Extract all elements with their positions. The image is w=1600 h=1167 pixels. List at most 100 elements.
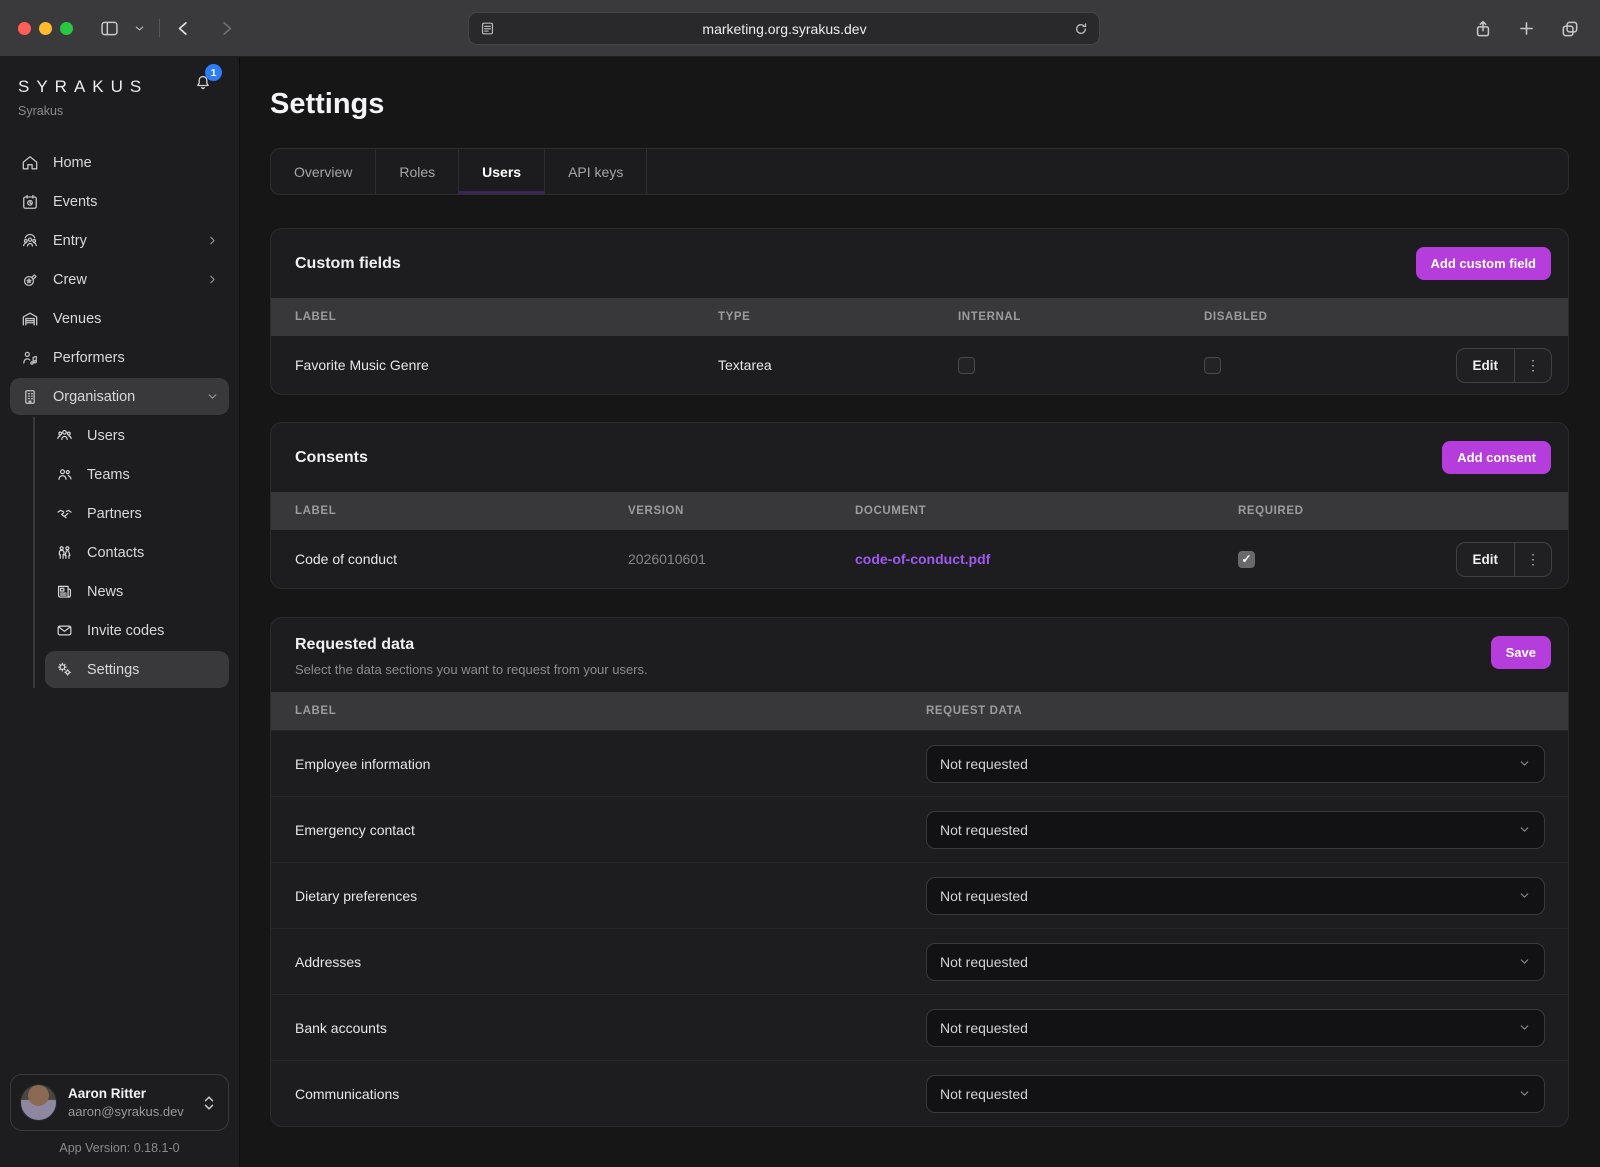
sidebar-item-entry[interactable]: Entry <box>10 222 229 259</box>
sidebar-item-events[interactable]: Events <box>10 183 229 220</box>
sidebar-item-teams[interactable]: Teams <box>45 456 229 493</box>
column-header-type: TYPE <box>718 311 958 323</box>
home-icon <box>20 153 40 173</box>
requested-data-title: Requested data <box>295 636 648 654</box>
envelope-icon <box>55 621 74 640</box>
column-header-required: REQUIRED <box>1238 505 1552 517</box>
custom-field-label: Favorite Music Genre <box>295 357 718 373</box>
row-label: Communications <box>295 1086 926 1102</box>
save-button[interactable]: Save <box>1491 636 1551 669</box>
row-label: Addresses <box>295 954 926 970</box>
kebab-menu-button[interactable]: ⋮ <box>1514 543 1551 576</box>
consent-document-link[interactable]: code-of-conduct.pdf <box>855 551 990 567</box>
request-data-select[interactable]: Not requested <box>926 943 1545 981</box>
requested-data-subtitle: Select the data sections you want to req… <box>295 662 648 677</box>
tab-overview[interactable]: Overview <box>271 149 376 194</box>
teams-icon <box>55 465 74 484</box>
chevron-down-icon <box>206 390 219 403</box>
zoom-window-button[interactable] <box>60 22 73 35</box>
settings-tabs: Overview Roles Users API keys <box>270 148 1569 195</box>
column-header-version: VERSION <box>628 505 855 517</box>
chevron-down-icon[interactable] <box>134 23 145 34</box>
forward-icon[interactable] <box>217 19 236 38</box>
internal-checkbox[interactable] <box>958 357 975 374</box>
tab-label: Roles <box>399 164 435 180</box>
share-icon[interactable] <box>1473 19 1493 39</box>
row-actions: Edit ⋮ <box>1456 348 1553 383</box>
notifications-button[interactable]: 1 <box>193 73 213 93</box>
edit-button[interactable]: Edit <box>1457 349 1515 382</box>
chevron-down-icon <box>1518 757 1531 770</box>
handshake-icon <box>55 504 74 523</box>
tab-roles[interactable]: Roles <box>376 149 459 194</box>
chevron-down-icon <box>1518 889 1531 902</box>
row-label: Emergency contact <box>295 822 926 838</box>
sidebar-item-organisation[interactable]: Organisation <box>10 378 229 415</box>
sidebar-item-invite-codes[interactable]: Invite codes <box>45 612 229 649</box>
requested-data-row: Bank accounts Not requested <box>271 994 1568 1060</box>
column-header-label: LABEL <box>295 505 628 517</box>
sidebar-item-crew[interactable]: Crew <box>10 261 229 298</box>
reload-icon[interactable] <box>1073 21 1089 37</box>
custom-field-type: Textarea <box>718 357 958 373</box>
sidebar-item-users[interactable]: Users <box>45 417 229 454</box>
add-consent-button[interactable]: Add consent <box>1442 441 1551 474</box>
tab-overview-icon[interactable] <box>1560 19 1580 39</box>
tab-label: Overview <box>294 164 352 180</box>
user-menu[interactable]: Aaron Ritter aaron@syrakus.dev <box>10 1074 229 1131</box>
sidebar: SYRAKUS Syrakus 1 Home Events Entry <box>0 57 240 1167</box>
sidebar-item-partners[interactable]: Partners <box>45 495 229 532</box>
sidebar-item-news[interactable]: News <box>45 573 229 610</box>
tab-users[interactable]: Users <box>459 149 545 194</box>
kebab-menu-button[interactable]: ⋮ <box>1514 349 1551 382</box>
sidebar-toggle-icon[interactable] <box>99 18 120 39</box>
sidebar-item-venues[interactable]: Venues <box>10 300 229 337</box>
toolbar-divider <box>159 19 160 37</box>
traffic-lights <box>18 22 73 35</box>
sidebar-item-label: Teams <box>87 467 130 483</box>
column-header-internal: INTERNAL <box>958 311 1204 323</box>
edit-button[interactable]: Edit <box>1457 543 1515 576</box>
sidebar-item-performers[interactable]: Performers <box>10 339 229 376</box>
minimize-window-button[interactable] <box>39 22 52 35</box>
avatar <box>20 1084 57 1121</box>
gears-icon <box>55 660 74 679</box>
user-name: Aaron Ritter <box>68 1086 184 1101</box>
request-data-select[interactable]: Not requested <box>926 811 1545 849</box>
add-custom-field-button[interactable]: Add custom field <box>1416 247 1551 280</box>
row-actions: Edit ⋮ <box>1456 542 1553 577</box>
crew-icon <box>20 270 40 290</box>
column-header-document: DOCUMENT <box>855 505 1238 517</box>
sidebar-item-label: Performers <box>53 350 125 366</box>
reader-icon[interactable] <box>479 20 496 37</box>
row-label: Employee information <box>295 756 926 772</box>
close-window-button[interactable] <box>18 22 31 35</box>
select-value: Not requested <box>940 888 1028 904</box>
back-icon[interactable] <box>174 19 193 38</box>
custom-fields-card: Custom fields Add custom field LABEL TYP… <box>270 228 1569 395</box>
request-data-select[interactable]: Not requested <box>926 1075 1545 1113</box>
tab-label: Users <box>482 164 521 180</box>
sidebar-item-home[interactable]: Home <box>10 144 229 181</box>
sidebar-item-label: News <box>87 584 123 600</box>
sidebar-item-label: Venues <box>53 311 101 327</box>
request-data-select[interactable]: Not requested <box>926 1009 1545 1047</box>
tab-api-keys[interactable]: API keys <box>545 149 647 194</box>
sidebar-item-label: Events <box>53 194 97 210</box>
sidebar-item-label: Organisation <box>53 389 135 405</box>
tab-label: API keys <box>568 164 623 180</box>
sidebar-item-settings[interactable]: Settings <box>45 651 229 688</box>
url-text[interactable]: marketing.org.syrakus.dev <box>496 21 1073 37</box>
disabled-checkbox[interactable] <box>1204 357 1221 374</box>
main-content: Settings Overview Roles Users API keys C… <box>240 57 1600 1167</box>
required-checkbox[interactable] <box>1238 551 1255 568</box>
address-bar[interactable]: marketing.org.syrakus.dev <box>468 12 1100 45</box>
new-tab-icon[interactable] <box>1517 19 1536 38</box>
request-data-select[interactable]: Not requested <box>926 877 1545 915</box>
sidebar-item-label: Settings <box>87 662 139 678</box>
sidebar-item-contacts[interactable]: Contacts <box>45 534 229 571</box>
request-data-select[interactable]: Not requested <box>926 745 1545 783</box>
select-value: Not requested <box>940 822 1028 838</box>
sidebar-item-label: Contacts <box>87 545 144 561</box>
requested-data-row: Addresses Not requested <box>271 928 1568 994</box>
